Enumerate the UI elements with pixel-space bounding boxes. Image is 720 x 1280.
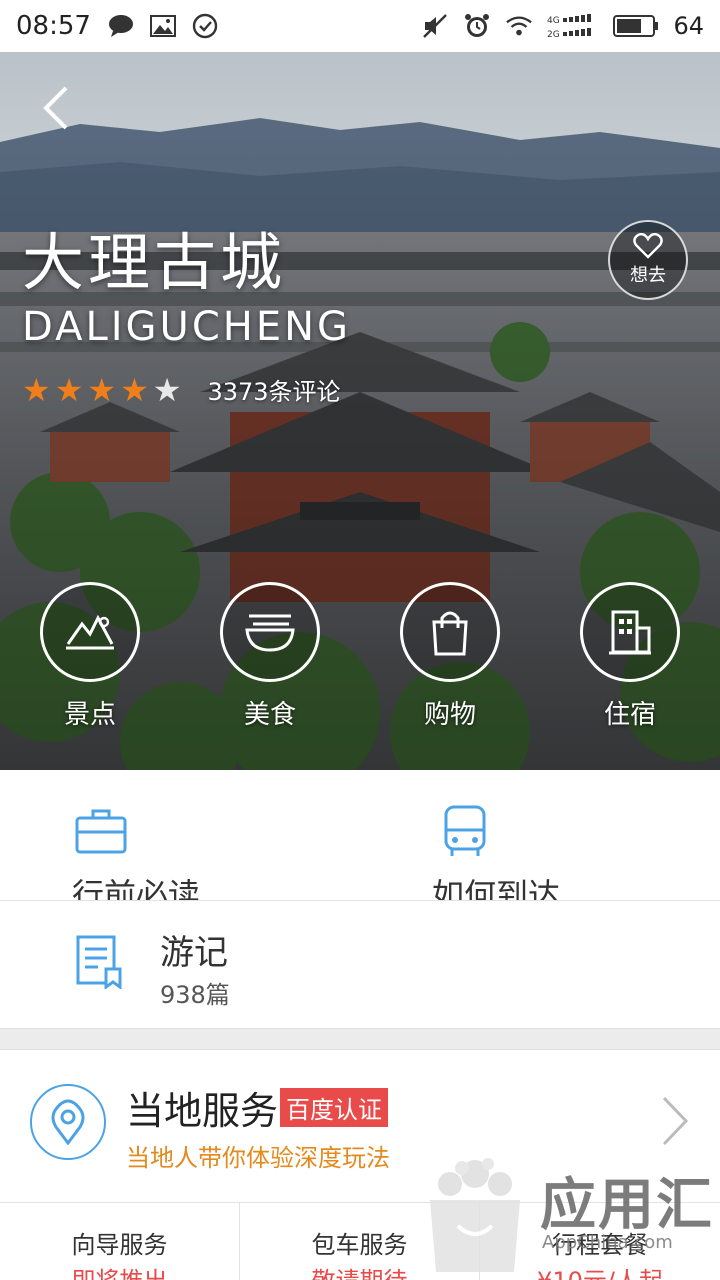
wifi-icon bbox=[505, 12, 533, 40]
quick-link-label: 如何到达 bbox=[432, 876, 561, 900]
itinerary-package[interactable]: 行程套餐 ¥10元/人起 bbox=[480, 1203, 720, 1280]
category-label: 购物 bbox=[423, 700, 476, 730]
system-icons: 4G 2G 64 bbox=[421, 12, 704, 40]
bus-icon bbox=[444, 805, 486, 856]
destination-pinyin: DALIGUCHENG bbox=[22, 304, 352, 350]
check-circle-icon bbox=[191, 12, 219, 40]
chevron-right-icon bbox=[662, 1096, 689, 1146]
category-row: 景点 美食 购物 住宿 bbox=[0, 582, 720, 731]
star-icon: ★ bbox=[87, 370, 117, 409]
attraction-icon bbox=[40, 582, 140, 682]
before-trip-link[interactable]: 行前必读 bbox=[0, 770, 360, 900]
briefcase-icon bbox=[75, 809, 127, 854]
want-to-go-button[interactable]: 想去 bbox=[608, 220, 688, 300]
svg-text:2G: 2G bbox=[547, 30, 560, 39]
shopping-bag-icon bbox=[400, 582, 500, 682]
want-to-go-label: 想去 bbox=[630, 265, 666, 286]
service-status: 敬请期待 bbox=[240, 1261, 479, 1280]
service-status: 即将推出 bbox=[0, 1261, 239, 1280]
notification-icons bbox=[107, 12, 219, 40]
svg-text:4G: 4G bbox=[547, 16, 560, 26]
alarm-icon bbox=[463, 12, 491, 40]
category-label: 美食 bbox=[243, 700, 296, 730]
mute-icon bbox=[421, 12, 449, 40]
section-divider bbox=[0, 1028, 720, 1050]
verified-badge: 百度认证 bbox=[280, 1088, 389, 1127]
star-icon: ★ bbox=[54, 370, 84, 409]
category-food[interactable]: 美食 bbox=[180, 582, 360, 731]
food-bowl-icon bbox=[220, 582, 320, 682]
destination-title: 大理古城 bbox=[22, 226, 287, 299]
travel-notes-count: 938篇 bbox=[160, 981, 230, 1009]
battery-level: 64 bbox=[673, 12, 704, 40]
service-name: 行程套餐 bbox=[552, 1231, 648, 1259]
location-pin-icon bbox=[30, 1084, 106, 1160]
category-attractions[interactable]: 景点 bbox=[0, 582, 180, 731]
local-service-title: 当地服务 bbox=[126, 1089, 279, 1133]
star-icon: ★ bbox=[120, 370, 149, 409]
local-service-entry[interactable]: 当地服务 百度认证 当地人带你体验深度玩法 bbox=[0, 1050, 720, 1202]
document-icon bbox=[76, 935, 122, 989]
category-label: 住宿 bbox=[603, 700, 656, 730]
guide-service[interactable]: 向导服务 即将推出 bbox=[0, 1203, 240, 1280]
review-count[interactable]: 3373条评论 bbox=[207, 372, 340, 407]
back-button[interactable] bbox=[38, 86, 78, 130]
quick-links: 行前必读 如何到达 bbox=[0, 770, 720, 900]
travel-notes-title: 游记 bbox=[160, 933, 228, 973]
how-to-get-there-link[interactable]: 如何到达 bbox=[360, 770, 720, 900]
service-name: 向导服务 bbox=[71, 1231, 168, 1259]
chat-icon bbox=[107, 12, 135, 40]
service-status: ¥10元/人起 bbox=[480, 1261, 720, 1280]
travel-notes-entry[interactable]: 游记 938篇 bbox=[0, 900, 720, 1028]
hotel-building-icon bbox=[580, 582, 680, 682]
rating: ★ ★ ★ ★ ★ 3373条评论 bbox=[22, 372, 341, 407]
quick-link-label: 行前必读 bbox=[72, 876, 201, 900]
signal-icon: 4G 2G bbox=[547, 12, 599, 40]
service-name: 包车服务 bbox=[311, 1231, 408, 1259]
category-shopping[interactable]: 购物 bbox=[360, 582, 540, 731]
heart-icon bbox=[633, 233, 663, 259]
star-icon: ★ bbox=[22, 370, 51, 409]
hero-banner: 大理古城 DALIGUCHENG ★ ★ ★ ★ ★ 3373条评论 想去 景点… bbox=[0, 52, 720, 770]
status-time: 08:57 bbox=[16, 11, 91, 41]
star-empty-icon: ★ bbox=[152, 370, 182, 409]
service-options: 向导服务 即将推出 包车服务 敬请期待 行程套餐 ¥10元/人起 bbox=[0, 1202, 720, 1280]
battery-icon bbox=[613, 12, 659, 40]
status-bar: 08:57 4G 2G 64 bbox=[0, 0, 720, 52]
local-service-title-row: 当地服务 百度认证 bbox=[126, 1080, 389, 1135]
local-service-subtitle: 当地人带你体验深度玩法 bbox=[126, 1144, 390, 1172]
category-label: 景点 bbox=[63, 700, 116, 730]
car-charter-service[interactable]: 包车服务 敬请期待 bbox=[240, 1203, 480, 1280]
category-hotel[interactable]: 住宿 bbox=[540, 582, 720, 731]
image-icon bbox=[149, 12, 177, 40]
